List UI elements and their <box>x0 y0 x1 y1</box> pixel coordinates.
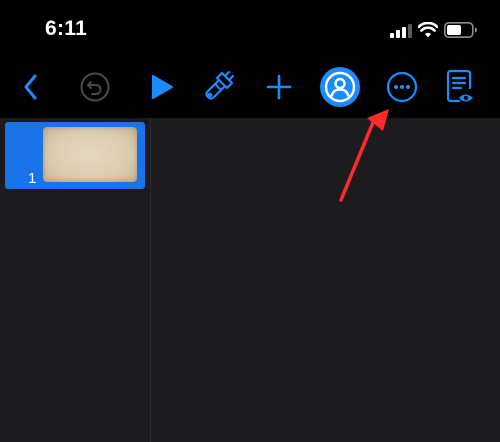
more-button[interactable] <box>382 67 422 107</box>
undo-button[interactable] <box>75 67 115 107</box>
document-view-button[interactable] <box>441 67 481 107</box>
play-button[interactable] <box>142 67 182 107</box>
person-circle-icon <box>320 67 360 107</box>
collaborate-button[interactable] <box>320 67 360 107</box>
ellipsis-circle-icon <box>386 71 418 103</box>
chevron-left-icon <box>24 74 37 100</box>
slide-thumbnail-row[interactable]: 1 <box>5 122 145 189</box>
slide-thumbnail[interactable] <box>43 127 137 182</box>
toolbar <box>0 58 500 118</box>
document-view-icon <box>446 69 473 103</box>
undo-icon <box>80 72 110 102</box>
format-button[interactable] <box>199 67 239 107</box>
play-icon <box>152 75 173 99</box>
wifi-icon <box>418 22 438 38</box>
paintbrush-icon <box>205 70 235 100</box>
slide-navigator: 1 <box>0 118 151 442</box>
main-content: 1 <box>0 118 500 442</box>
cellular-signal-icon <box>390 24 412 38</box>
slide-number: 1 <box>28 170 37 187</box>
slide-canvas[interactable] <box>151 118 500 442</box>
status-bar: 6:11 <box>0 0 500 58</box>
battery-icon <box>444 22 477 38</box>
add-button[interactable] <box>259 67 299 107</box>
plus-icon <box>266 74 292 100</box>
status-icons <box>390 19 480 39</box>
status-time: 6:11 <box>45 17 88 40</box>
back-button[interactable] <box>11 67 51 107</box>
